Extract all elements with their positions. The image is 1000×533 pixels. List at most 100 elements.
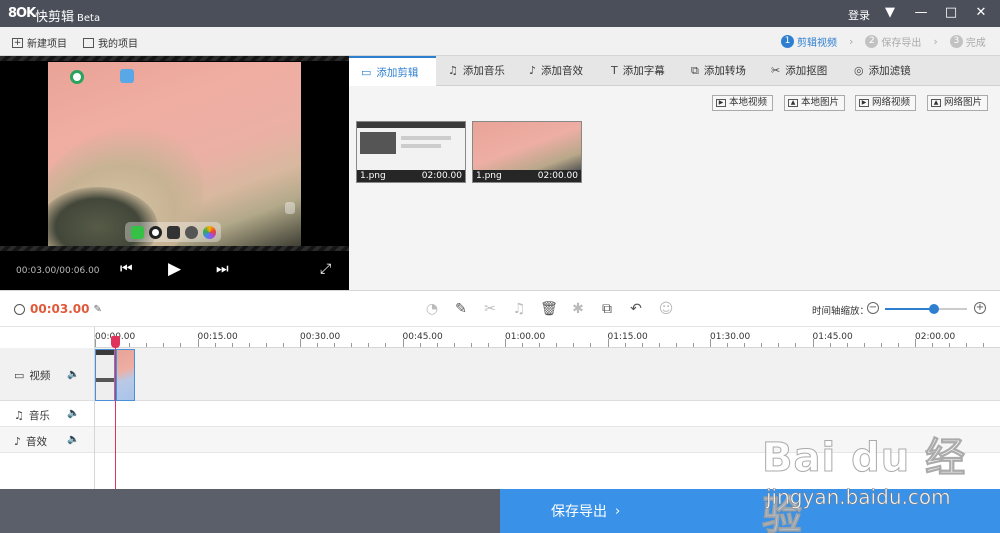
- preview-top-stripe: [0, 56, 349, 61]
- step-3-number: 3: [949, 35, 963, 48]
- ruler-tick: [300, 339, 301, 347]
- crop-icon[interactable]: ✱: [569, 300, 587, 318]
- video-track-label: ▭ 视频: [14, 368, 50, 383]
- close-icon[interactable]: ✕: [972, 4, 990, 22]
- ruler-tick: [590, 343, 592, 347]
- media-name: 1.png: [360, 171, 386, 181]
- chevron-right-icon: ›: [615, 503, 621, 519]
- timeline-clip[interactable]: [95, 349, 115, 401]
- cutout-icon: ✂: [771, 64, 781, 77]
- ruler-tick: [487, 343, 489, 347]
- my-projects-button[interactable]: 我的项目: [83, 35, 138, 50]
- zoom-in-icon[interactable]: +: [974, 302, 986, 314]
- volume-icon[interactable]: 🔈: [67, 434, 79, 445]
- edit-pencil-icon[interactable]: ✎: [452, 300, 470, 318]
- thumbnail-meta: 1.png 02:00.00: [473, 170, 581, 182]
- button-label: 本地视频: [729, 97, 768, 108]
- music-track[interactable]: ♫ 音乐 🔈: [0, 401, 1000, 427]
- thumbnail-image: [357, 122, 465, 170]
- online-video-button[interactable]: ▶ 网络视频: [855, 95, 917, 111]
- current-time: 00:03.00: [30, 302, 90, 316]
- video-track[interactable]: ▭ 视频 🔈: [0, 348, 1000, 401]
- new-project-button[interactable]: + 新建项目: [12, 35, 67, 50]
- ruler-tick: [692, 343, 694, 347]
- volume-icon[interactable]: 🔈: [67, 369, 79, 380]
- step-2-number: 2: [865, 35, 879, 48]
- timeline-ruler[interactable]: 00:00.0000:15.0000:30.0000:45.0001:00.00…: [95, 327, 1000, 348]
- ruler-label: 00:15.00: [197, 332, 238, 342]
- local-image-button[interactable]: ▲ 本地图片: [784, 95, 846, 111]
- title-bar: 8OK 快剪辑 Beta 登录 ▼ — □ ✕: [0, 0, 1000, 27]
- tab-add-clip[interactable]: ▭ 添加剪辑: [349, 56, 436, 87]
- copy-icon[interactable]: ⧉: [598, 300, 616, 318]
- ruler-tick: [624, 343, 626, 347]
- tab-add-subtitle[interactable]: T 添加字幕: [599, 56, 665, 86]
- music-note-icon: ♫: [448, 64, 458, 77]
- local-video-button[interactable]: ▶ 本地视频: [712, 95, 774, 111]
- zoom-knob[interactable]: [929, 304, 940, 314]
- ruler-label: 01:15.00: [607, 332, 648, 342]
- media-thumbnail[interactable]: 1.png 02:00.00: [356, 121, 466, 183]
- ruler-tick: [231, 343, 233, 347]
- minimize-icon[interactable]: —: [912, 4, 930, 22]
- login-link[interactable]: 登录: [848, 7, 870, 23]
- ruler-tick: [129, 343, 131, 347]
- ruler-tick: [163, 343, 165, 347]
- video-camera-icon: ▭: [14, 369, 25, 382]
- ruler-tick: [419, 343, 421, 347]
- online-image-button[interactable]: ▲ 网络图片: [927, 95, 989, 111]
- tab-add-sound-effect[interactable]: ♪ 添加音效: [517, 56, 583, 86]
- media-thumbnail[interactable]: 1.png 02:00.00: [472, 121, 582, 183]
- scissors-icon[interactable]: ✂: [481, 300, 499, 318]
- bell-icon[interactable]: ♫: [510, 300, 528, 318]
- playhead-handle[interactable]: [111, 336, 120, 348]
- next-frame-icon[interactable]: ⏭: [216, 261, 229, 277]
- ruler-label: 01:30.00: [710, 332, 751, 342]
- ruler-tick: [744, 343, 746, 347]
- previous-frame-icon[interactable]: ⏮: [120, 261, 133, 277]
- volume-icon[interactable]: 🔈: [67, 408, 79, 419]
- tab-add-transition[interactable]: ⧉ 添加转场: [679, 56, 746, 86]
- ruler-tick: [146, 343, 148, 347]
- timeline-clip-selected[interactable]: [116, 349, 135, 401]
- zoom-out-icon[interactable]: −: [867, 302, 879, 314]
- tab-add-cutout[interactable]: ✂ 添加抠图: [759, 56, 827, 86]
- thumbnail-meta: 1.png 02:00.00: [357, 170, 465, 182]
- clock-icon: [14, 303, 25, 315]
- speed-icon[interactable]: ◔: [423, 300, 441, 318]
- button-label: 网络视频: [872, 97, 911, 108]
- ruler-tick: [436, 343, 438, 347]
- sound-effect-track-label: ♪ 音效: [14, 434, 47, 449]
- play-icon[interactable]: ▶: [168, 259, 181, 279]
- maximize-icon[interactable]: □: [942, 4, 960, 22]
- ruler-tick: [846, 343, 848, 347]
- step-2-label: 保存导出: [881, 38, 922, 49]
- sound-effect-icon: ♪: [529, 64, 537, 77]
- ruler-label: 00:30.00: [300, 332, 341, 342]
- save-export-label: 保存导出: [551, 504, 607, 520]
- ruler-tick: [539, 343, 541, 347]
- playhead[interactable]: [115, 337, 116, 489]
- app-name: 快剪辑: [35, 10, 75, 25]
- ruler-tick: [368, 343, 370, 347]
- tab-add-filter[interactable]: ◎ 添加滤镜: [842, 56, 911, 86]
- sticker-icon[interactable]: ☺: [657, 300, 675, 318]
- ruler-tick: [727, 343, 729, 347]
- ruler-tick: [197, 339, 199, 347]
- tab-add-music[interactable]: ♫ 添加音乐: [436, 56, 505, 86]
- ruler-tick: [966, 343, 968, 347]
- music-note-icon: ♫: [14, 409, 24, 422]
- edit-time-icon[interactable]: ✎: [93, 304, 101, 315]
- ruler-tick: [95, 339, 96, 347]
- fullscreen-icon[interactable]: ⤢: [320, 261, 331, 277]
- zoom-fill: [885, 308, 935, 310]
- ruler-tick: [505, 339, 506, 347]
- delete-icon[interactable]: 🗑: [540, 300, 558, 318]
- image-icon: ▲: [931, 99, 941, 107]
- ruler-tick: [675, 343, 677, 347]
- undo-icon[interactable]: ↶: [627, 300, 645, 318]
- ruler-tick: [607, 339, 609, 347]
- menu-dropdown-icon[interactable]: ▼: [881, 4, 899, 22]
- text-icon: T: [611, 64, 618, 77]
- zoom-slider[interactable]: [885, 304, 967, 314]
